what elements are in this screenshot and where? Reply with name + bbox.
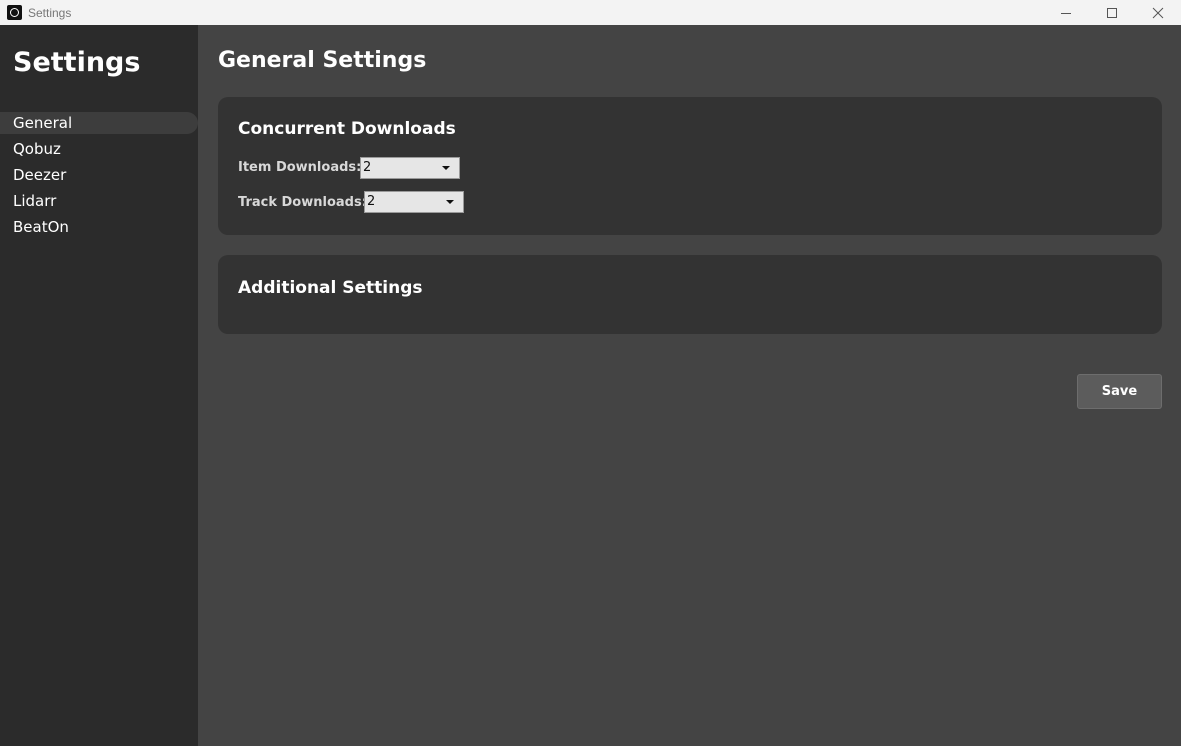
track-downloads-label: Track Downloads:: [238, 195, 367, 210]
app-logo-icon: [7, 5, 22, 20]
item-downloads-select[interactable]: 2: [360, 157, 460, 179]
sidebar-item-general[interactable]: General: [0, 112, 198, 134]
window-titlebar: Settings: [0, 0, 1181, 25]
additional-settings-title: Additional Settings: [238, 278, 423, 298]
sidebar: Settings General Qobuz Deezer Lidarr Bea…: [0, 25, 198, 746]
concurrent-downloads-card: Concurrent Downloads Item Downloads: 2 T…: [218, 97, 1162, 235]
track-downloads-value: 2: [367, 194, 376, 209]
sidebar-item-deezer[interactable]: Deezer: [0, 164, 198, 186]
window-controls: [1043, 0, 1181, 25]
maximize-icon[interactable]: [1089, 0, 1135, 25]
sidebar-item-beaton[interactable]: BeatOn: [0, 216, 198, 238]
sidebar-item-lidarr[interactable]: Lidarr: [0, 190, 198, 212]
additional-settings-card: Additional Settings: [218, 255, 1162, 334]
concurrent-downloads-title: Concurrent Downloads: [238, 119, 456, 139]
chevron-down-icon: [442, 166, 450, 170]
sidebar-item-qobuz[interactable]: Qobuz: [0, 138, 198, 160]
item-downloads-label: Item Downloads:: [238, 160, 362, 175]
page-title: General Settings: [218, 48, 427, 73]
track-downloads-select[interactable]: 2: [364, 191, 464, 213]
window-title: Settings: [28, 5, 72, 20]
minimize-icon[interactable]: [1043, 0, 1089, 25]
close-icon[interactable]: [1135, 0, 1181, 25]
save-button[interactable]: Save: [1077, 374, 1162, 409]
chevron-down-icon: [446, 200, 454, 204]
sidebar-title: Settings: [13, 47, 141, 78]
item-downloads-value: 2: [363, 160, 372, 175]
